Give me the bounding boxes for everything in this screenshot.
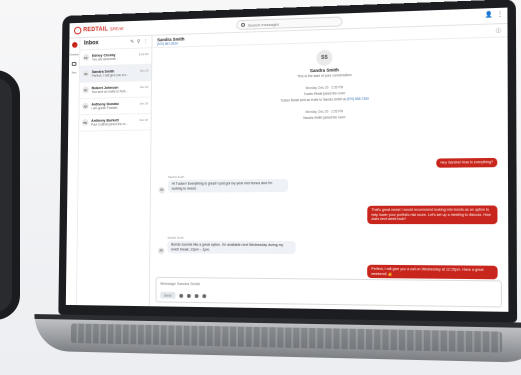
composer-tools: Send — [160, 291, 207, 300]
conversation-item[interactable]: EC Edney Crosby 8:29 PM You are welcome! — [79, 48, 152, 67]
logo-text: REDTAIL — [83, 26, 108, 33]
conversation-date: Dec 18 — [139, 117, 148, 122]
more-icon[interactable]: ⋮ — [497, 11, 503, 18]
avatar: SS — [82, 70, 90, 78]
laptop: REDTAIL SPEAK 👤 ⋮ Overdue — [34, 0, 521, 369]
inbox-more-icon[interactable]: ⋮ — [143, 39, 148, 45]
incoming-message: Hi Tucker! Everything is great! I just g… — [167, 179, 289, 194]
conversation-body: Anthony Donato Dec 18 I am great! Thanks… — [91, 101, 148, 110]
contact-avatar: SS — [316, 49, 333, 67]
avatar: EC — [82, 53, 90, 61]
conversation-item-active[interactable]: SS Sandra Smith Dec 20 Perfect, I will g… — [79, 64, 152, 83]
user-icon[interactable]: 👤 — [485, 11, 493, 18]
conversation-body: Edney Crosby 8:29 PM You are welcome! — [92, 52, 149, 61]
template-icon[interactable] — [202, 293, 207, 298]
outgoing-message: Hey Sandra! How is everything? — [436, 157, 498, 168]
conversation-item[interactable]: RJ Robert Johnson Dec 20 You sent an inv… — [79, 81, 152, 100]
logo-icon — [74, 26, 82, 35]
conversation-preview: Paul Cottrell joined the m... — [91, 122, 128, 127]
conversation-preview: Perfect, I will give you a c... — [91, 72, 129, 78]
conversation-item[interactable]: PB Anthony Burkett Dec 18 Paul Cottrell … — [79, 113, 151, 132]
avatar: SS — [157, 247, 165, 255]
search-box[interactable] — [236, 16, 343, 30]
rail-label-sent: Sent — [71, 71, 77, 75]
attach-icon[interactable] — [179, 293, 184, 298]
send-button[interactable]: Send — [160, 291, 176, 299]
outgoing-message: Perfect, I will give you a call on Wedne… — [367, 264, 498, 280]
image-icon[interactable] — [194, 293, 199, 298]
app-logo[interactable]: REDTAIL SPEAK — [74, 25, 124, 35]
compose-icon[interactable] — [71, 41, 78, 48]
message-sender: Sandra Smith — [168, 174, 185, 179]
system-message-text: Tucker Retail sent an invite to Sandra S… — [280, 97, 346, 103]
add-contact-icon[interactable]: ⚲ — [137, 39, 140, 45]
conversation-preview: I am great! Thanks! — [91, 105, 118, 111]
inbox-title: Inbox — [83, 40, 99, 47]
conversation-item[interactable]: AD Anthony Donato Dec 18 I am great! Tha… — [79, 97, 151, 116]
conversation-date: Dec 18 — [139, 101, 149, 106]
conversation-body: Robert Johnson Dec 20 You sent an invite… — [92, 85, 149, 94]
conversation-preview: You sent an invite to Rob... — [91, 89, 128, 95]
search-input[interactable] — [247, 19, 337, 28]
laptop-base — [34, 314, 521, 364]
conversation-date: 8:29 PM — [138, 52, 149, 57]
app-screen: REDTAIL SPEAK 👤 ⋮ Overdue — [65, 7, 509, 312]
conversation-date: Dec 20 — [140, 68, 149, 73]
conversation-date: Dec 20 — [139, 85, 149, 90]
system-message-phone[interactable]: (970) 555-7284 — [347, 97, 369, 101]
phone-edge — [0, 70, 20, 320]
conversation-preview: You are welcome! — [91, 57, 117, 62]
incoming-message: Bonds sounds like a great option. I'm av… — [167, 240, 296, 255]
message-sender: Sandra Smith — [167, 235, 184, 240]
message-composer: Send — [155, 276, 502, 308]
outgoing-message: That's great news! I would recommend loo… — [367, 205, 498, 225]
inbox-icon[interactable] — [71, 61, 77, 66]
emoji-icon[interactable] — [186, 293, 191, 298]
inbox-panel: Inbox ✎ ⚲ ⋮ EC Edney Crosby 8:29 PM You … — [76, 35, 153, 307]
new-message-icon[interactable]: ✎ — [130, 39, 134, 45]
conversation-start: SS Sandra Smith This is the start of you… — [152, 44, 508, 122]
avatar: RJ — [82, 86, 89, 94]
avatar: SS — [158, 186, 166, 194]
logo-sub: SPEAK — [109, 26, 124, 32]
conversation-body: Anthony Burkett Dec 18 Paul Cottrell joi… — [91, 118, 148, 127]
top-right-actions: 👤 ⋮ — [485, 11, 503, 19]
message-input[interactable] — [160, 280, 497, 290]
thread-panel: Sandra Smith (970) 857-0024 ⓘ SS Sandra … — [150, 23, 509, 312]
avatar: AD — [82, 102, 89, 110]
rail-label-overdue: Overdue — [69, 53, 79, 57]
info-icon[interactable]: ⓘ — [496, 27, 501, 34]
avatar: PB — [81, 118, 89, 126]
search-icon — [241, 22, 246, 27]
laptop-lid: REDTAIL SPEAK 👤 ⋮ Overdue — [58, 0, 518, 323]
keyboard — [70, 323, 503, 353]
inbox-actions: ✎ ⚲ ⋮ — [130, 39, 148, 45]
product-scene: REDTAIL SPEAK 👤 ⋮ Overdue — [0, 0, 521, 375]
conversation-body: Sandra Smith Dec 20 Perfect, I will give… — [92, 69, 149, 78]
